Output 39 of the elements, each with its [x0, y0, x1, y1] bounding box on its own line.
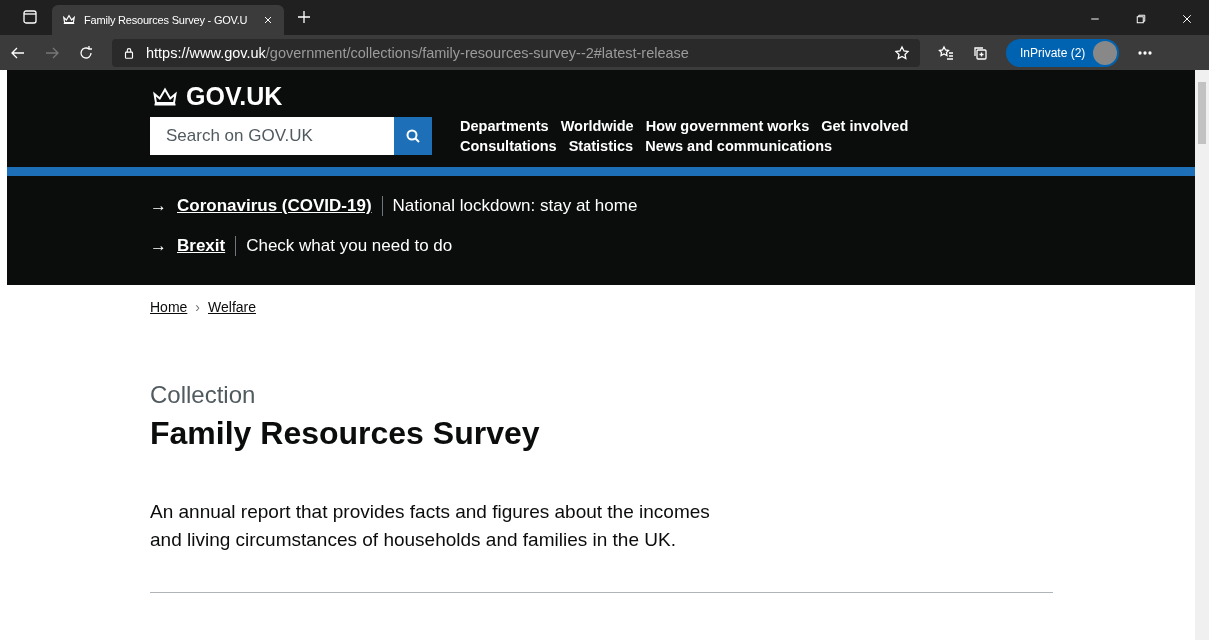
- banner-link[interactable]: Coronavirus (COVID-19): [177, 196, 372, 216]
- breadcrumb-separator: ›: [195, 299, 201, 315]
- refresh-icon[interactable]: [78, 44, 94, 61]
- address-bar[interactable]: https://www.gov.uk/government/collections/family-resources-survey--2#latest-release: [112, 38, 920, 67]
- close-icon[interactable]: [262, 14, 274, 26]
- collections-icon[interactable]: [972, 44, 988, 61]
- search-field[interactable]: Search on GOV.UK: [150, 117, 394, 155]
- page-caption: Collection: [150, 381, 257, 409]
- breadcrumb-link[interactable]: Home: [150, 299, 188, 315]
- arrow-icon: →: [150, 196, 167, 216]
- banner-link[interactable]: Brexit: [177, 236, 226, 256]
- banner-text: Check what you need to do: [246, 236, 453, 256]
- favorites-icon[interactable]: [938, 44, 954, 61]
- search-icon: [405, 128, 421, 144]
- nav-link[interactable]: Get involved: [821, 118, 909, 134]
- nav-link[interactable]: Departments: [460, 118, 549, 134]
- breadcrumb-link[interactable]: Welfare: [208, 299, 256, 315]
- nav-link[interactable]: Consultations: [460, 138, 557, 154]
- lock-icon: [122, 45, 136, 60]
- browser-tab[interactable]: Family Resources Survey - GOV.U: [52, 5, 284, 35]
- page-title: Family Resources Survey: [150, 415, 541, 452]
- govuk-logo[interactable]: GOV.UK: [186, 82, 283, 111]
- nav-link[interactable]: How government works: [645, 118, 810, 134]
- url-text: https://www.gov.uk/government/collections/family-resources-survey--2#latest-release: [146, 44, 690, 61]
- inprivate-button[interactable]: InPrivate (2): [1006, 38, 1120, 67]
- nav-link[interactable]: News and communications: [645, 138, 833, 154]
- search-button[interactable]: [394, 117, 432, 155]
- nav-link[interactable]: Statistics: [568, 138, 634, 154]
- tab-actions-icon[interactable]: [22, 9, 38, 25]
- new-tab-icon[interactable]: [296, 9, 312, 25]
- scrollbar-thumb[interactable]: [1198, 82, 1206, 144]
- crown-icon: [62, 13, 76, 27]
- lead-paragraph: An annual report that provides facts and figures about the incomes and living circumstances of households and families in the UK.: [150, 500, 711, 552]
- star-add-icon[interactable]: [894, 44, 910, 61]
- arrow-icon: →: [150, 236, 167, 256]
- restore-icon[interactable]: [1135, 13, 1147, 25]
- nav-link[interactable]: Worldwide: [560, 118, 634, 134]
- close-icon[interactable]: [1181, 13, 1193, 25]
- banner-text: National lockdown: stay at home: [392, 196, 638, 216]
